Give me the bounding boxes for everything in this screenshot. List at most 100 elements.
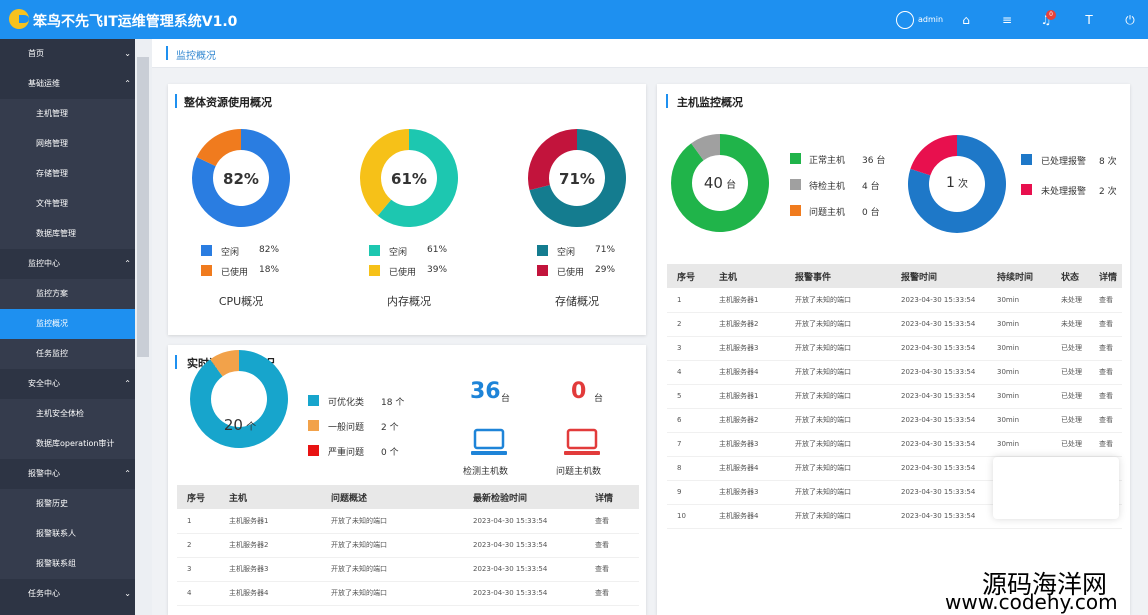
- table-cell: 2023-04-30 15:33:54: [891, 408, 987, 433]
- breadcrumb-marker: [166, 46, 168, 60]
- sidebar-item[interactable]: 文件管理: [0, 189, 135, 219]
- table-cell[interactable]: 查看: [1089, 360, 1122, 385]
- alert-badge: 0: [1046, 10, 1056, 20]
- legend-label: 严重问题: [328, 448, 365, 458]
- table-cell: 2023-04-30 15:33:54: [891, 504, 987, 529]
- sidebar-item[interactable]: 任务中心 ⌄: [0, 579, 135, 609]
- table-cell: 开放了未知的端口: [785, 312, 891, 337]
- table-cell[interactable]: 查看: [585, 557, 639, 582]
- table-cell[interactable]: 查看: [585, 509, 639, 534]
- table-cell: 2023-04-30 15:33:54: [463, 533, 585, 558]
- table-cell: 9: [667, 480, 709, 505]
- sidebar-item[interactable]: 监控中心 ⌃: [0, 249, 135, 279]
- sidebar-item[interactable]: 主机安全体检: [0, 399, 135, 429]
- table-cell: 4: [177, 581, 219, 606]
- table-cell: 已处理: [1051, 408, 1089, 433]
- table-cell: 未处理: [1051, 288, 1089, 313]
- table-cell: 开放了未知的端口: [321, 509, 463, 534]
- table-row: 3 主机服务器3 开放了未知的端口 2023-04-30 15:33:54 查看: [177, 557, 639, 582]
- user-name[interactable]: admin: [918, 15, 943, 24]
- table-cell: 主机服务器1: [219, 509, 321, 534]
- table-cell[interactable]: 查看: [1089, 312, 1122, 337]
- sidebar-item[interactable]: 主机管理: [0, 99, 135, 129]
- sidebar-item[interactable]: 数据库operation审计: [0, 429, 135, 459]
- sidebar-scrollbar[interactable]: [135, 39, 152, 615]
- table-cell: 2023-04-30 15:33:54: [891, 456, 987, 481]
- legend-label: 正常主机: [809, 156, 846, 166]
- table-row: 4 主机服务器4 开放了未知的端口 2023-04-30 15:33:54 30min 已…: [667, 360, 1122, 385]
- table-cell[interactable]: 查看: [1089, 336, 1122, 361]
- menu-icon[interactable]: ≡: [998, 11, 1016, 29]
- sidebar-item[interactable]: 监控概况: [0, 309, 135, 339]
- realtime-card: 实时问题监控概况 20 个 36 台 检测主机数 0 台 问题主机数 序号主机问…: [168, 345, 646, 615]
- breadcrumb[interactable]: 监控概况: [176, 47, 216, 62]
- sidebar-item[interactable]: 报警历史: [0, 489, 135, 519]
- home-icon[interactable]: ⌂: [957, 11, 975, 29]
- table-cell: 开放了未知的端口: [785, 480, 891, 505]
- table-cell: 主机服务器4: [709, 360, 785, 385]
- table-cell[interactable]: 查看: [1089, 288, 1122, 313]
- sidebar-item[interactable]: 网络管理: [0, 129, 135, 159]
- table-cell: 30min: [987, 384, 1051, 409]
- resource-title: 整体资源使用概况: [184, 96, 272, 109]
- table-cell[interactable]: 查看: [585, 581, 639, 606]
- table-cell[interactable]: 查看: [585, 533, 639, 558]
- floating-panel: [993, 457, 1119, 519]
- table-cell[interactable]: 查看: [1089, 408, 1122, 433]
- table-cell: 主机服务器2: [219, 533, 321, 558]
- shirt-icon[interactable]: T: [1080, 11, 1098, 29]
- legend-label: 可优化类: [328, 398, 365, 408]
- legend-label: 已使用: [557, 268, 585, 278]
- sidebar-item[interactable]: 监控方案: [0, 279, 135, 309]
- title-marker: [666, 94, 668, 108]
- table-cell: 主机服务器4: [709, 456, 785, 481]
- table-cell: 30min: [987, 360, 1051, 385]
- table-cell: 开放了未知的端口: [785, 384, 891, 409]
- legend-value: 8 次: [1099, 157, 1117, 167]
- table-row: 4 主机服务器4 开放了未知的端口 2023-04-30 15:33:54 查看: [177, 581, 639, 606]
- sidebar-item[interactable]: 报警联系组: [0, 549, 135, 579]
- chevron-icon: ⌃: [124, 379, 131, 388]
- checked-label: 检测主机数: [463, 467, 509, 477]
- legend-value: 18 个: [381, 398, 405, 408]
- table-cell[interactable]: 查看: [1089, 432, 1122, 457]
- column-header: 主机: [709, 264, 785, 288]
- column-header: 详情: [585, 485, 639, 509]
- table-cell: 8: [667, 456, 709, 481]
- sidebar-item[interactable]: 数据库管理: [0, 219, 135, 249]
- sidebar-item[interactable]: 存储管理: [0, 159, 135, 189]
- table-cell[interactable]: 查看: [1089, 384, 1122, 409]
- laptop-icon: [471, 428, 507, 455]
- problem-unit: 台: [594, 394, 604, 404]
- column-header: 详情: [1089, 264, 1122, 288]
- table-row: 2 主机服务器2 开放了未知的端口 2023-04-30 15:33:54 查看: [177, 533, 639, 558]
- sidebar-item[interactable]: 报警中心 ⌃: [0, 459, 135, 489]
- donut-slice: [910, 135, 957, 176]
- scroll-thumb[interactable]: [137, 57, 149, 357]
- user-avatar-icon[interactable]: [896, 11, 914, 29]
- column-header: 问题概述: [321, 485, 463, 509]
- legend-swatch: [369, 245, 380, 256]
- sidebar-item[interactable]: 安全中心 ⌃: [0, 369, 135, 399]
- sidebar-item[interactable]: 报警联系人: [0, 519, 135, 549]
- sidebar-item[interactable]: 基础运维 ⌃: [0, 69, 135, 99]
- table-cell: 30min: [987, 408, 1051, 433]
- table-cell: 已处理: [1051, 336, 1089, 361]
- table-cell: 2: [177, 533, 219, 558]
- table-cell: 2023-04-30 15:33:54: [891, 288, 987, 313]
- power-icon[interactable]: ⏻: [1121, 11, 1139, 29]
- legend-value: 0 个: [381, 448, 399, 458]
- table-cell: 主机服务器1: [709, 384, 785, 409]
- legend-swatch: [201, 265, 212, 276]
- legend-label: 空闲: [221, 248, 240, 258]
- table-cell: 30min: [987, 336, 1051, 361]
- chevron-icon: ⌃: [124, 259, 131, 268]
- sidebar-item[interactable]: 任务监控: [0, 339, 135, 369]
- table-cell: 开放了未知的端口: [785, 408, 891, 433]
- table-row: 6 主机服务器2 开放了未知的端口 2023-04-30 15:33:54 30min 已…: [667, 408, 1122, 433]
- legend-label: 已处理报警: [1041, 157, 1087, 167]
- sidebar-item[interactable]: 首页 ⌄: [0, 39, 135, 69]
- table-cell: 3: [667, 336, 709, 361]
- table-cell: 2023-04-30 15:33:54: [891, 384, 987, 409]
- table-cell: 主机服务器4: [709, 504, 785, 529]
